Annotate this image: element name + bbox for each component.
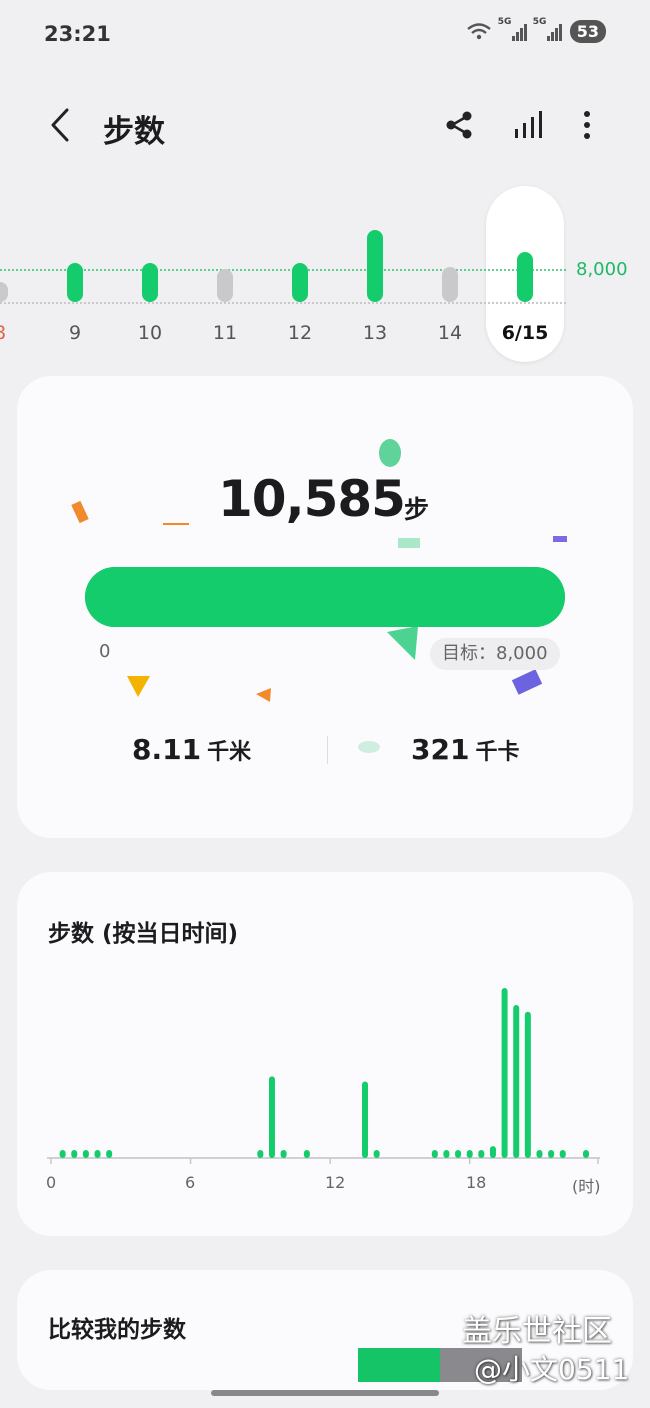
hourly-bar: [303, 1150, 310, 1158]
wifi-icon: [466, 22, 491, 39]
hourly-bar: [536, 1150, 543, 1158]
page-title: 步数: [103, 114, 165, 150]
hourly-bar: [443, 1150, 450, 1158]
x-axis-unit: (时): [572, 1177, 601, 1196]
day-label[interactable]: 6/15: [500, 322, 550, 344]
home-indicator[interactable]: [211, 1390, 439, 1396]
hourly-bar: [82, 1150, 89, 1158]
day-label[interactable]: 10: [125, 322, 175, 344]
day-bar[interactable]: [142, 263, 158, 302]
hourly-bar-chart: [47, 988, 600, 1164]
back-button[interactable]: [40, 102, 80, 148]
day-label[interactable]: 14: [425, 322, 475, 344]
steps-total: 10,585: [218, 470, 406, 528]
distance-unit: 千米: [207, 740, 252, 765]
goal-label: 8,000: [576, 259, 628, 280]
target-chip: 目标：8,000: [430, 638, 560, 670]
more-options-button[interactable]: [564, 102, 610, 148]
day-bar[interactable]: [367, 230, 383, 302]
distance-stat: 8.11 千米: [132, 733, 251, 766]
hourly-bar: [501, 988, 508, 1158]
stat-divider: [327, 736, 328, 764]
compare-title: 比较我的步数: [48, 1317, 186, 1343]
day-bar[interactable]: [0, 282, 8, 302]
share-icon: [446, 111, 472, 139]
x-tick-label: 18: [466, 1173, 487, 1192]
day-bar[interactable]: [442, 267, 458, 302]
goal-progress-fill: [85, 567, 565, 627]
share-button[interactable]: [436, 102, 482, 148]
calories-value: 321: [411, 733, 470, 766]
day-label[interactable]: 11: [200, 322, 250, 344]
hourly-bar: [583, 1150, 589, 1158]
more-vertical-icon: [584, 111, 590, 139]
signal-icon: 5G: [533, 17, 562, 41]
signal-icon: 5G: [498, 17, 527, 41]
hourly-bar: [466, 1150, 473, 1158]
goal-progress-bar: [85, 567, 565, 627]
hourly-bar: [71, 1150, 78, 1158]
trends-button[interactable]: [504, 102, 550, 148]
baseline: [0, 302, 566, 304]
hourly-bar: [59, 1150, 66, 1158]
hourly-bar: [362, 1081, 369, 1158]
calories-stat: 321 千卡: [411, 733, 519, 766]
day-label[interactable]: 12: [275, 322, 325, 344]
goal-line: [0, 269, 566, 271]
hourly-bar: [455, 1150, 462, 1158]
x-tick-label: 0: [46, 1173, 57, 1192]
day-bar[interactable]: [217, 269, 233, 302]
x-tick-label: 12: [325, 1173, 346, 1192]
watermark-user: @小文0511: [474, 1353, 630, 1386]
hourly-bar: [373, 1150, 380, 1158]
distance-value: 8.11: [132, 733, 202, 766]
hourly-bar: [513, 1005, 520, 1158]
status-time: 23:21: [44, 22, 111, 46]
hourly-bar: [431, 1150, 438, 1158]
hourly-bar: [257, 1150, 264, 1158]
hourly-bar: [489, 1146, 496, 1158]
bar-chart-icon: [515, 111, 542, 138]
status-icons: 5G 5G 53: [466, 17, 606, 43]
watermark-community: 盖乐世社区: [462, 1314, 612, 1349]
hourly-bar: [94, 1150, 101, 1158]
hourly-bar: [280, 1150, 287, 1158]
battery-indicator: 53: [569, 20, 606, 43]
day-label[interactable]: 13: [350, 322, 400, 344]
progress-zero-label: 0: [99, 641, 111, 662]
hourly-bar: [106, 1150, 113, 1158]
hourly-bar: [268, 1076, 275, 1158]
chevron-left-icon: [51, 108, 69, 142]
hourly-bar: [524, 1011, 531, 1158]
day-label[interactable]: 8: [0, 322, 25, 344]
day-bar[interactable]: [67, 263, 83, 302]
day-bar[interactable]: [292, 263, 308, 302]
compare-bar-mine: [358, 1348, 440, 1382]
x-tick-label: 6: [185, 1173, 196, 1192]
hourly-bar: [478, 1150, 485, 1158]
hourly-bar: [559, 1150, 566, 1158]
steps-unit: 步: [404, 495, 430, 524]
calories-unit: 千卡: [475, 740, 520, 765]
day-bar[interactable]: [517, 252, 533, 302]
hourly-bar: [548, 1150, 555, 1158]
day-label[interactable]: 9: [50, 322, 100, 344]
